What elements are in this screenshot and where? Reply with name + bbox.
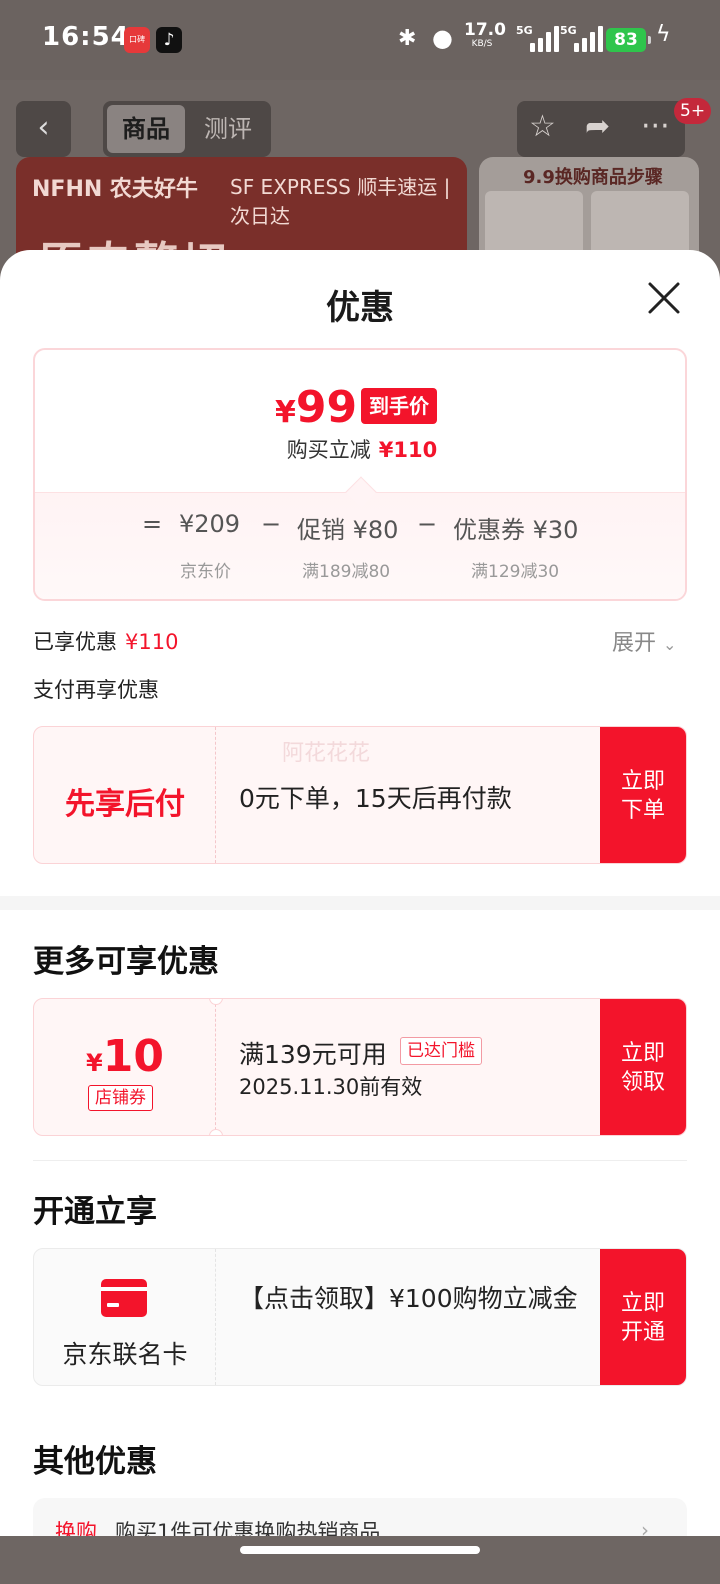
network-speed-unit: KB/S bbox=[471, 39, 493, 49]
expand-label: 展开 bbox=[612, 631, 657, 656]
final-price-currency: ¥ bbox=[275, 395, 296, 430]
discount-sheet: 优惠 ¥99 到手价 购买立减 ¥110 = ¥209 − 促销 ¥80 − 优惠… bbox=[0, 250, 720, 1584]
status-bar: 16:54 口碑 ♪ ✱ ● 17.0 KB/S 5G 5G 83 ϟ bbox=[0, 0, 720, 80]
card-offer-text: 【点击领取】¥100购物立减金 bbox=[239, 1284, 578, 1313]
formula-equals: = bbox=[142, 510, 163, 538]
final-price-amount: 99 bbox=[295, 382, 358, 433]
jd-price: ¥209 bbox=[179, 510, 241, 538]
home-gesture-bar[interactable] bbox=[240, 1546, 480, 1554]
enjoyed-discount: 已享优惠 ¥110 bbox=[33, 626, 178, 656]
order-now-label: 立即 下单 bbox=[620, 769, 665, 823]
bnpl-card[interactable]: 先享后付 阿花花花 0元下单，15天后再付款 立即 下单 bbox=[33, 726, 687, 864]
more-icon[interactable]: ··· bbox=[641, 109, 670, 144]
coupon-left: ¥10 店铺券 bbox=[34, 999, 216, 1135]
favorite-star-icon[interactable]: ☆ bbox=[529, 109, 556, 144]
instant-reduction-amount: ¥110 bbox=[378, 438, 438, 462]
final-price: ¥99 bbox=[275, 382, 357, 433]
formula-minus: − bbox=[417, 510, 438, 538]
bluetooth-icon: ✱ bbox=[398, 26, 417, 51]
sim2-label: 5G bbox=[560, 24, 577, 37]
chevron-down-icon: ⌄ bbox=[663, 635, 677, 654]
price-breakdown-card: ¥99 到手价 购买立减 ¥110 = ¥209 − 促销 ¥80 − 优惠券 ¥… bbox=[33, 348, 687, 601]
tiktok-icon: ♪ bbox=[156, 27, 182, 53]
close-icon[interactable] bbox=[644, 278, 684, 318]
signal-icon-sim2: 5G bbox=[560, 24, 610, 52]
coupon-value: 10 bbox=[102, 1031, 164, 1082]
message-badge: 5+ bbox=[674, 98, 712, 124]
coupon-amount: ¥10 bbox=[34, 1031, 216, 1082]
formula-minus: − bbox=[261, 510, 282, 538]
price-formula-area bbox=[35, 492, 685, 599]
enjoyed-discount-amount: ¥110 bbox=[125, 630, 179, 654]
section-divider bbox=[33, 1160, 687, 1161]
sim1-label: 5G bbox=[516, 24, 533, 37]
coupon-discount: 优惠券 ¥30 bbox=[453, 516, 579, 544]
credit-card-icon bbox=[101, 1279, 147, 1317]
tab-product[interactable]: 商品 bbox=[107, 105, 185, 153]
instant-reduction: 购买立减 ¥110 bbox=[35, 434, 685, 464]
banner-brand: NFHN 农夫好牛 bbox=[32, 177, 198, 202]
expand-button[interactable]: 展开 ⌄ bbox=[612, 625, 676, 657]
bnpl-left: 先享后付 bbox=[34, 727, 216, 863]
bnpl-description: 0元下单，15天后再付款 bbox=[239, 784, 512, 813]
banner-shipping: SF EXPRESS 顺丰速运 | 次日达 bbox=[230, 175, 451, 228]
coupon-validity: 2025.11.30前有效 bbox=[239, 1075, 423, 1099]
network-speed-value: 17.0 bbox=[464, 20, 506, 40]
coupon-type-badge: 店铺券 bbox=[88, 1085, 153, 1111]
more-discounts-title: 更多可享优惠 bbox=[33, 944, 219, 980]
back-button[interactable]: ‹ bbox=[16, 101, 71, 157]
coupon-currency: ¥ bbox=[86, 1049, 103, 1077]
other-discounts-title: 其他优惠 bbox=[33, 1444, 157, 1480]
order-now-button[interactable]: 立即 下单 bbox=[600, 727, 686, 863]
open-benefits-title: 开通立享 bbox=[33, 1194, 157, 1230]
threshold-reached-badge: 已达门槛 bbox=[400, 1037, 482, 1065]
final-price-tag: 到手价 bbox=[361, 388, 437, 424]
promotion-discount: 促销 ¥80 bbox=[297, 516, 399, 544]
coupon-rule: 满129减30 bbox=[471, 562, 560, 582]
signal-icon-sim1: 5G bbox=[516, 24, 566, 52]
card-left: 京东联名卡 bbox=[34, 1249, 216, 1385]
watermark-text: 阿花花花 bbox=[282, 741, 371, 766]
pay-more-label: 支付再享优惠 bbox=[33, 678, 159, 702]
coupon-condition: 满139元可用 bbox=[239, 1040, 387, 1069]
header-actions: ☆ ➦ ··· bbox=[517, 101, 685, 157]
navigation-bar bbox=[0, 1536, 720, 1584]
product-tabs: 商品 测评 bbox=[103, 101, 271, 157]
claim-coupon-button[interactable]: 立即 领取 bbox=[600, 999, 686, 1135]
notification-app-icon: 口碑 bbox=[124, 27, 150, 53]
side-banner-title: 9.9换购商品步骤 bbox=[523, 167, 663, 188]
co-branded-card-offer[interactable]: 京东联名卡 【点击领取】¥100购物立减金 立即 开通 bbox=[33, 1248, 687, 1386]
section-divider bbox=[0, 896, 720, 910]
bnpl-title: 先享后付 bbox=[65, 787, 185, 822]
card-name: 京东联名卡 bbox=[62, 1340, 188, 1369]
claim-coupon-label: 立即 领取 bbox=[620, 1041, 665, 1095]
sheet-title: 优惠 bbox=[326, 288, 394, 328]
network-speed: 17.0 KB/S bbox=[464, 20, 506, 49]
charging-icon: ϟ bbox=[656, 22, 671, 47]
jd-price-label: 京东价 bbox=[180, 562, 231, 582]
coupon-notch bbox=[209, 1129, 223, 1135]
open-card-button[interactable]: 立即 开通 bbox=[600, 1249, 686, 1385]
enjoyed-discount-label: 已享优惠 bbox=[33, 630, 117, 654]
location-icon: ● bbox=[432, 24, 453, 52]
promotion-rule: 满189减80 bbox=[302, 562, 391, 582]
battery-icon: 83 bbox=[606, 28, 651, 52]
instant-reduction-label: 购买立减 bbox=[286, 438, 371, 462]
open-card-label: 立即 开通 bbox=[620, 1291, 665, 1345]
status-time: 16:54 bbox=[42, 22, 130, 52]
store-coupon-card[interactable]: ¥10 店铺券 满139元可用 已达门槛 2025.11.30前有效 立即 领取 bbox=[33, 998, 687, 1136]
share-icon[interactable]: ➦ bbox=[585, 109, 610, 144]
tab-review[interactable]: 测评 bbox=[189, 105, 267, 153]
